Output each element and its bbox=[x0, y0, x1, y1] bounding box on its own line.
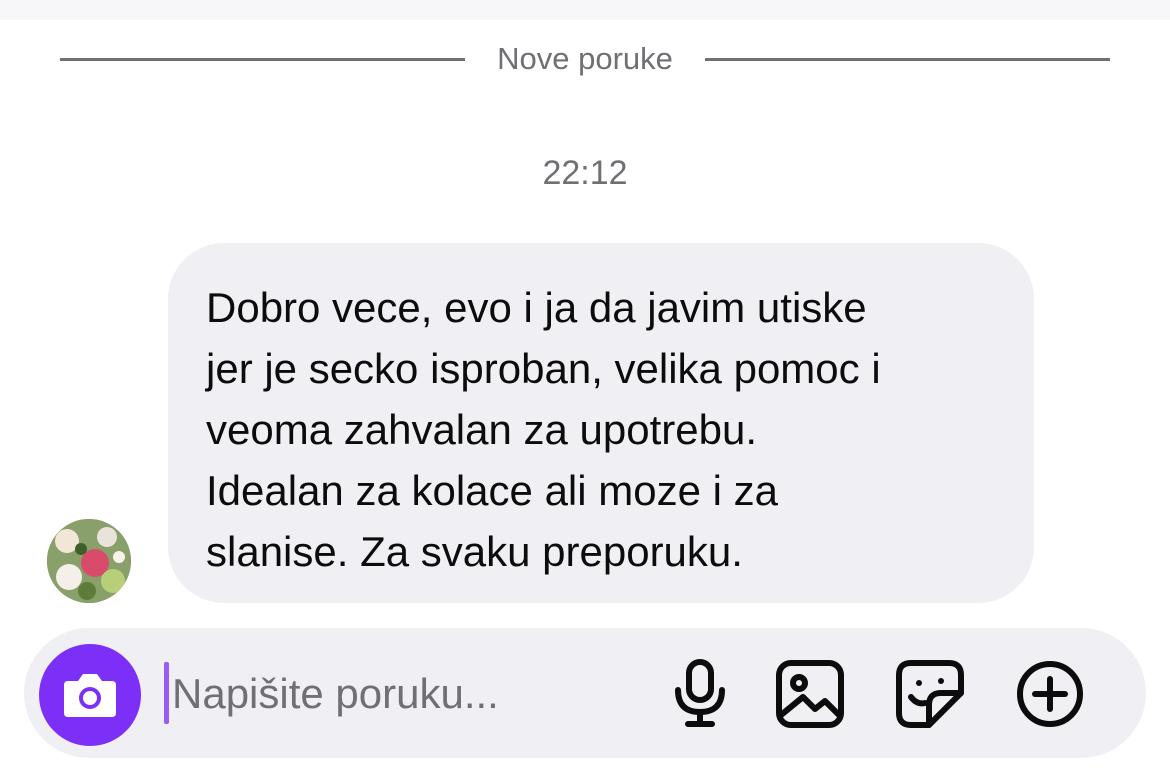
divider-line-left bbox=[60, 57, 466, 61]
sticker-icon bbox=[896, 660, 964, 728]
camera-button[interactable] bbox=[39, 644, 141, 746]
chat-screen: Nove poruke 22:12 Dobro vece, evo i ja d… bbox=[0, 0, 1170, 773]
sticker-button[interactable] bbox=[894, 658, 966, 730]
avatar-image bbox=[47, 519, 131, 603]
message-timestamp: 22:12 bbox=[542, 154, 628, 192]
microphone-icon bbox=[675, 659, 725, 727]
camera-icon bbox=[64, 674, 116, 717]
gallery-button[interactable] bbox=[774, 658, 846, 730]
new-messages-divider: Nove poruke bbox=[60, 36, 1110, 82]
message-text-line: slanise. Za svaku preporuku. bbox=[206, 528, 743, 575]
message-text-line: Idealan za kolace ali moze i za bbox=[206, 467, 778, 514]
message-input[interactable] bbox=[172, 662, 642, 726]
text-cursor bbox=[164, 662, 169, 724]
sender-avatar[interactable] bbox=[47, 519, 131, 603]
message-bubble[interactable]: Dobro vece, evo i ja da javim utiske jer… bbox=[168, 243, 1034, 603]
message-composer bbox=[24, 628, 1146, 758]
microphone-button[interactable] bbox=[664, 658, 736, 730]
message-text-line: veoma zahvalan za upotrebu. bbox=[206, 406, 758, 453]
divider-line-right bbox=[704, 57, 1110, 61]
add-button[interactable] bbox=[1014, 658, 1086, 730]
message-text-line: Dobro vece, evo i ja da javim utiske bbox=[206, 284, 867, 331]
add-circle-icon bbox=[1017, 661, 1083, 727]
image-gallery-icon bbox=[776, 660, 844, 728]
message-text-line: jer je secko isproban, velika pomoc i bbox=[206, 345, 881, 392]
top-bar-edge bbox=[0, 0, 1170, 20]
new-messages-label: Nove poruke bbox=[497, 41, 673, 76]
